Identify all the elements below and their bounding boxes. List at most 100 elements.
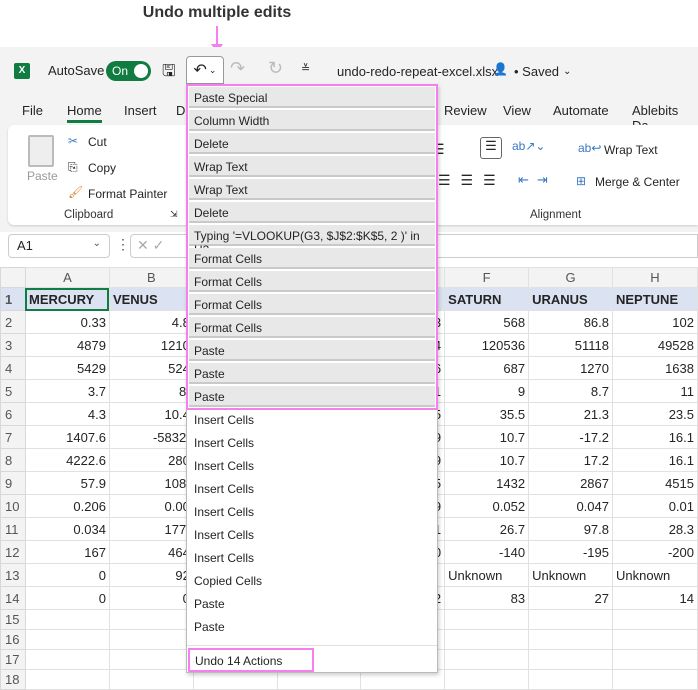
cell[interactable]: 0.00 [108,494,194,518]
cell[interactable] [24,649,110,670]
select-all-corner[interactable] [0,267,26,288]
row-header[interactable]: 5 [0,379,26,403]
row-header[interactable]: 2 [0,310,26,334]
cell[interactable]: 86.8 [528,310,613,334]
cell[interactable]: Unknown [612,563,698,587]
cell[interactable]: 9 [444,379,530,403]
customize-qat-icon[interactable]: ≚ [301,62,310,75]
row-header[interactable]: 12 [0,540,26,564]
cell[interactable]: 92 [108,563,194,587]
cell[interactable]: 10.7 [444,448,530,472]
cell[interactable] [108,629,194,650]
paste-button[interactable]: Paste [27,169,58,183]
row-header[interactable]: 9 [0,471,26,495]
cell[interactable] [444,669,530,690]
cell[interactable]: 4.8 [108,310,194,334]
cell[interactable] [612,609,698,630]
cell[interactable] [528,609,613,630]
cell[interactable]: VENUS [108,287,194,311]
save-status[interactable]: • Saved ⌄ [514,64,571,79]
tab-draw[interactable]: D [176,103,185,118]
cell[interactable]: URANUS [528,287,613,311]
cell[interactable]: 28.3 [612,517,698,541]
cell[interactable] [528,649,613,670]
cell[interactable]: 280 [108,448,194,472]
cell[interactable] [612,629,698,650]
cell[interactable]: 0 [24,586,110,610]
align-bottom-icon[interactable]: ☰ [480,137,502,159]
row-header[interactable]: 3 [0,333,26,357]
cell[interactable] [612,649,698,670]
cell[interactable]: 26.7 [444,517,530,541]
cell[interactable]: -200 [612,540,698,564]
tab-insert[interactable]: Insert [124,103,157,118]
indent-icons[interactable]: ⇤⇥ [518,172,556,188]
undo-history-item[interactable]: Insert Cells [189,547,435,568]
cell[interactable]: 23.5 [612,402,698,426]
dialog-launcher-icon[interactable]: ⇲ [170,209,178,220]
cell[interactable]: 568 [444,310,530,334]
chevron-down-icon[interactable]: ⌄ [209,65,217,76]
cell[interactable] [24,669,110,690]
undo-history-item[interactable]: Paste [189,616,435,637]
cell[interactable]: 120536 [444,333,530,357]
cell[interactable]: -5832. [108,425,194,449]
cell[interactable]: 11 [612,379,698,403]
cell[interactable]: 2867 [528,471,613,495]
cell[interactable]: 49528 [612,333,698,357]
cell[interactable]: 1638 [612,356,698,380]
cell[interactable]: 524 [108,356,194,380]
row-header[interactable]: 14 [0,586,26,610]
row-header[interactable]: 15 [0,609,26,630]
undo-button[interactable]: ↶ ⌄ [186,56,224,84]
cell[interactable]: 16.1 [612,448,698,472]
row-header[interactable]: 4 [0,356,26,380]
cell[interactable] [444,649,530,670]
cell[interactable]: 0.206 [24,494,110,518]
cell[interactable]: 1210 [108,333,194,357]
chevron-down-icon[interactable]: ⌄ [93,238,101,249]
cancel-icon[interactable]: ✕ [137,237,149,253]
cell[interactable]: 0.33 [24,310,110,334]
paste-icon[interactable] [28,135,54,167]
cell[interactable]: 1407.6 [24,425,110,449]
orientation-icon[interactable]: ab↗⌄ [512,139,545,153]
undo-history-item[interactable]: Insert Cells [189,432,435,453]
cell[interactable]: 4.3 [24,402,110,426]
row-header[interactable]: 8 [0,448,26,472]
cell[interactable]: 0.01 [612,494,698,518]
cell[interactable]: 5429 [24,356,110,380]
cell[interactable]: MERCURY [24,287,110,311]
column-header[interactable]: H [612,267,698,288]
cell[interactable] [528,669,613,690]
cell[interactable]: 0.052 [444,494,530,518]
row-header[interactable]: 1 [0,287,26,311]
cell[interactable]: 10.4 [108,402,194,426]
align-horizontal-icons[interactable]: ☰☰☰ [438,172,506,189]
cell[interactable]: 4879 [24,333,110,357]
row-header[interactable]: 18 [0,669,26,690]
merge-center-button[interactable]: Merge & Center [595,175,680,189]
undo-history-item[interactable]: Insert Cells [189,524,435,545]
undo-history-item[interactable]: Copied Cells [189,570,435,591]
cell[interactable]: -17.2 [528,425,613,449]
row-header[interactable]: 6 [0,402,26,426]
cell[interactable] [108,669,194,690]
wrap-text-button[interactable]: Wrap Text [604,143,658,157]
cell[interactable]: 687 [444,356,530,380]
cell[interactable]: 10.7 [444,425,530,449]
tab-home[interactable]: Home [67,103,102,123]
cell[interactable]: 0 [24,563,110,587]
cell[interactable] [528,629,613,650]
tab-file[interactable]: File [22,103,43,118]
cell[interactable]: NEPTUNE [612,287,698,311]
cell[interactable]: 35.5 [444,402,530,426]
cell[interactable]: 102 [612,310,698,334]
cell[interactable]: -140 [444,540,530,564]
cell[interactable]: 21.3 [528,402,613,426]
cell[interactable]: 0.047 [528,494,613,518]
cell[interactable] [444,609,530,630]
column-header[interactable]: G [528,267,613,288]
row-header[interactable]: 11 [0,517,26,541]
cell[interactable] [24,629,110,650]
